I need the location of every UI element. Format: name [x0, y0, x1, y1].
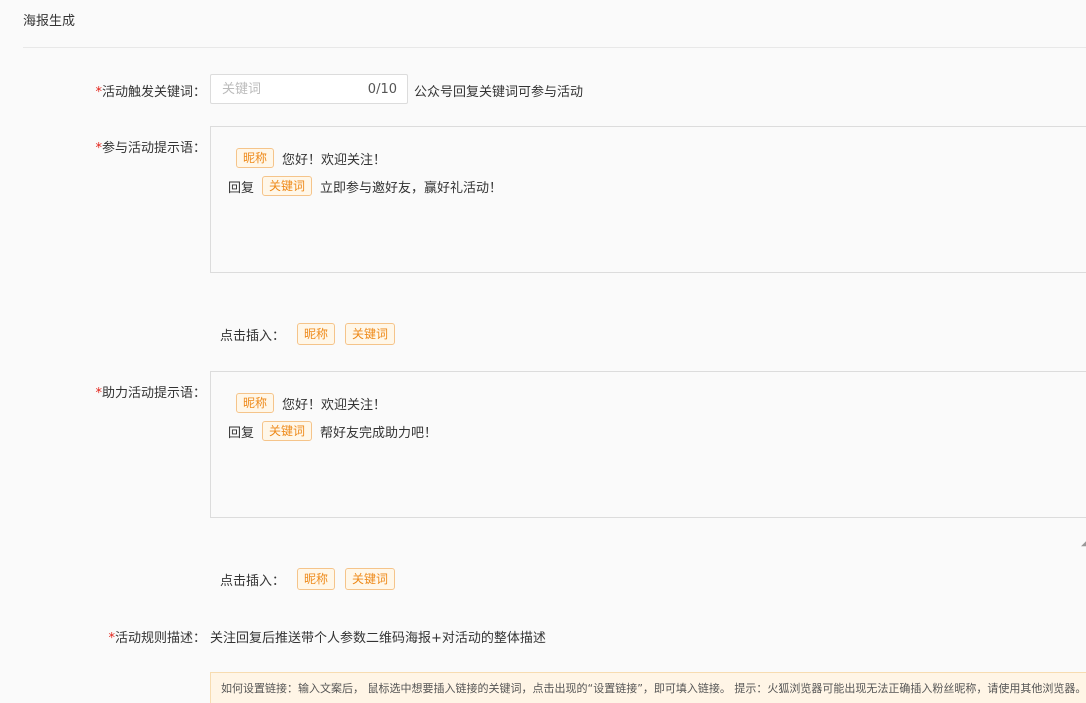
- rules-description: 关注回复后推送带个人参数二维码海报+对活动的整体描述: [210, 631, 546, 646]
- keyword-char-counter: 0/10: [367, 82, 397, 97]
- join-prompt-line-1: 昵称 您好！欢迎关注！: [228, 148, 386, 168]
- keyword-field-label: *活动触发关键词：: [95, 85, 206, 100]
- nickname-tag: 昵称: [236, 148, 275, 168]
- page-title: 海报生成: [23, 14, 76, 29]
- assist-prompt-greeting: 您好！欢迎关注！: [282, 397, 387, 413]
- join-prompt-line-2: 回复 关键词 立即参与邀好友，赢好礼活动！: [228, 176, 502, 196]
- join-prompt-call-to-action: 立即参与邀好友，赢好礼活动！: [320, 180, 503, 196]
- keyword-input[interactable]: [211, 75, 372, 103]
- assist-prompt-label: *助力活动提示语：: [95, 386, 206, 401]
- keyword-tag: 关键词: [262, 421, 313, 441]
- insert-keyword-button[interactable]: 关键词: [345, 323, 396, 345]
- insert-label: 点击插入：: [220, 573, 286, 589]
- insert-nickname-button[interactable]: 昵称: [297, 323, 336, 345]
- resize-handle-icon[interactable]: ◢: [1081, 537, 1086, 548]
- insert-nickname-button[interactable]: 昵称: [297, 568, 336, 590]
- keyword-hint: 公众号回复关键词可参与活动: [414, 85, 584, 100]
- join-prompt-insert-row: 点击插入： 昵称 关键词: [220, 323, 405, 345]
- assist-prompt-editor[interactable]: 昵称 您好！欢迎关注！ 回复 关键词 帮好友完成助力吧！: [210, 371, 1086, 518]
- reply-prefix: 回复: [228, 425, 255, 441]
- keyword-input-box[interactable]: 0/10: [210, 74, 408, 104]
- title-divider: [23, 47, 1086, 48]
- link-setting-notice: 如何设置链接：输入文案后， 鼠标选中想要插入链接的关键词，点击出现的“设置链接”…: [210, 672, 1086, 703]
- assist-prompt-line-2: 回复 关键词 帮好友完成助力吧！: [228, 421, 437, 441]
- keyword-tag: 关键词: [262, 176, 313, 196]
- nickname-tag: 昵称: [236, 393, 275, 413]
- assist-prompt-line-1: 昵称 您好！欢迎关注！: [228, 393, 386, 413]
- assist-prompt-call-to-action: 帮好友完成助力吧！: [320, 425, 438, 441]
- reply-prefix: 回复: [228, 180, 255, 196]
- insert-label: 点击插入：: [220, 328, 286, 344]
- join-prompt-label: *参与活动提示语：: [95, 141, 206, 156]
- poster-generation-page: 海报生成 *活动触发关键词： 0/10 公众号回复关键词可参与活动 *参与活动提…: [0, 0, 1086, 703]
- assist-prompt-insert-row: 点击插入： 昵称 关键词: [220, 568, 405, 590]
- rules-label: *活动规则描述：: [108, 631, 206, 646]
- join-prompt-greeting: 您好！欢迎关注！: [282, 152, 387, 168]
- join-prompt-editor[interactable]: 昵称 您好！欢迎关注！ 回复 关键词 立即参与邀好友，赢好礼活动！: [210, 126, 1086, 273]
- insert-keyword-button[interactable]: 关键词: [345, 568, 396, 590]
